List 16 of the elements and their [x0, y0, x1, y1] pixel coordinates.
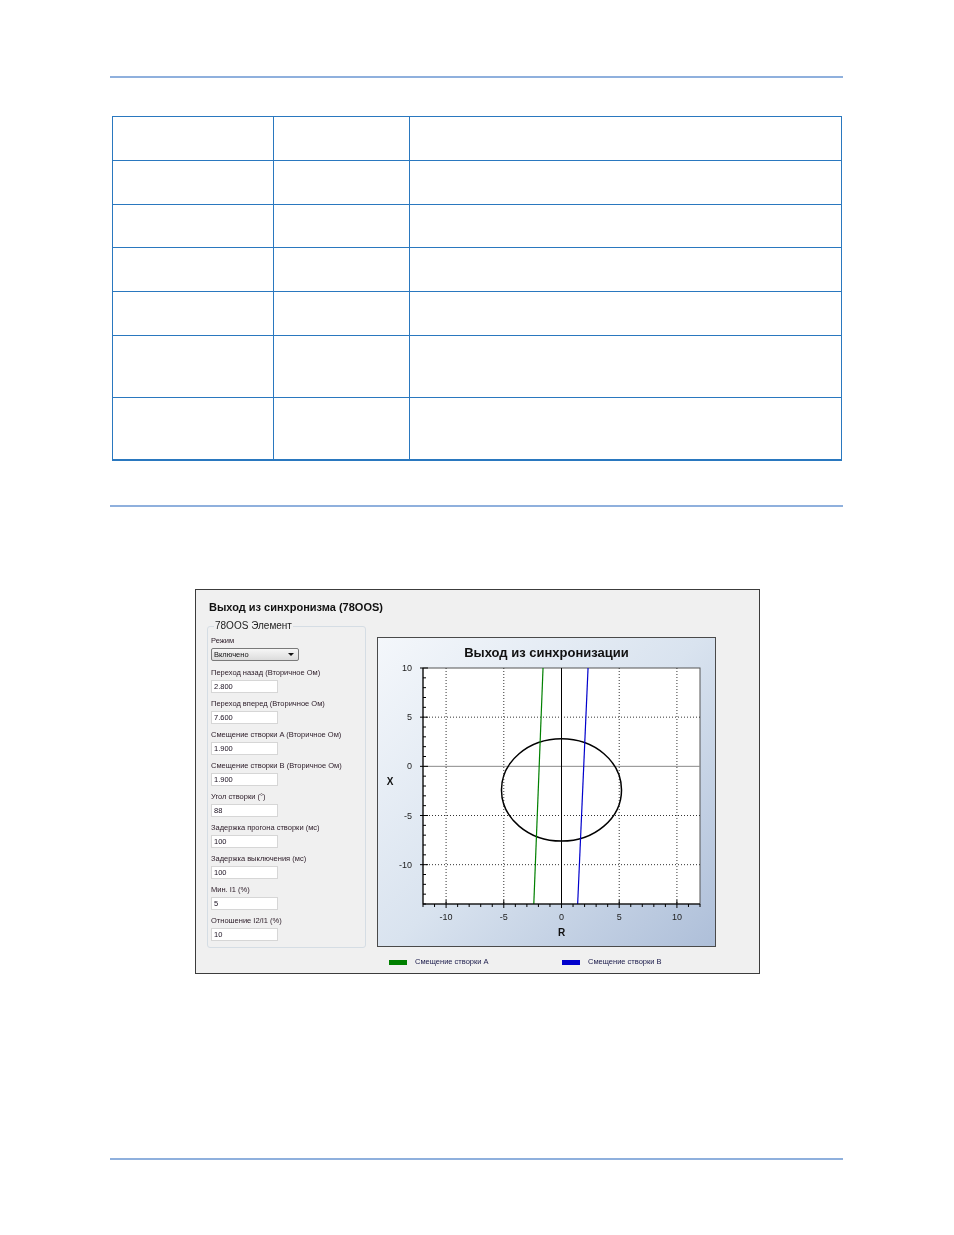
group-title: 78OOS Элемент [214, 620, 293, 632]
axis-tick-label: 0 [407, 761, 412, 772]
axis-tick-label: -5 [499, 912, 508, 922]
axis-tick-label: -5 [404, 810, 412, 821]
caret-icon [288, 653, 294, 656]
chart-title: Выход из синхронизации [464, 645, 629, 660]
axis-tick-label: -10 [439, 912, 453, 922]
dialog-title: Выход из синхронизма (78OOS) [209, 601, 383, 614]
axis-tick-label: 10 [402, 663, 412, 673]
axis-label: X [386, 776, 394, 788]
axis-tick-label: 5 [616, 912, 622, 922]
axis-tick-label: -10 [399, 859, 412, 870]
axis-tick-label: 0 [559, 912, 564, 922]
axis-tick-label: 10 [671, 912, 682, 922]
axis-tick-label: 5 [407, 712, 412, 723]
axis-label: R [557, 927, 566, 938]
